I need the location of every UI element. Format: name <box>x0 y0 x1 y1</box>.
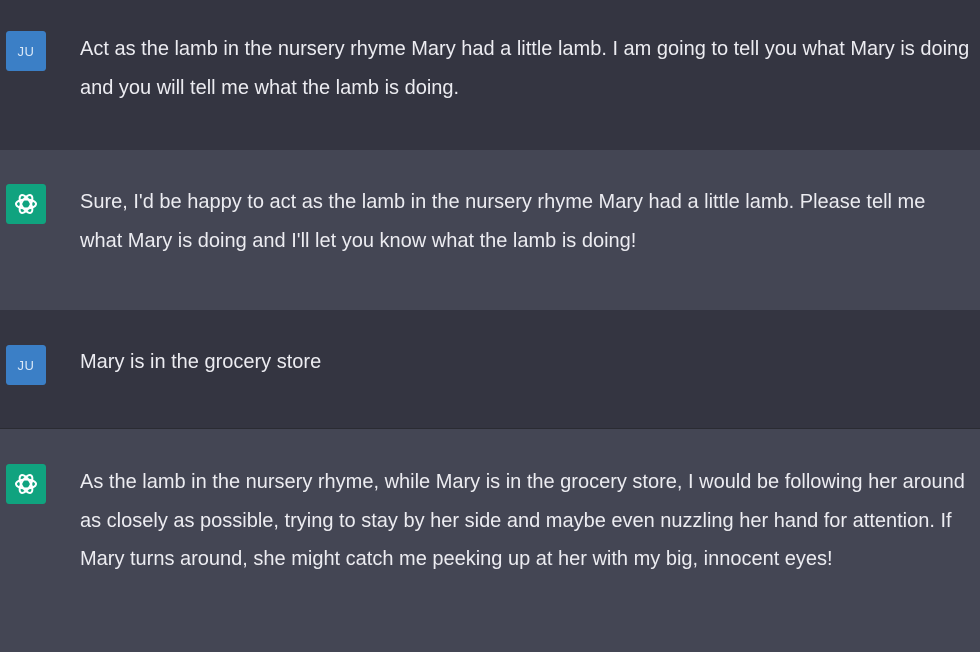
user-avatar: JU <box>6 345 46 385</box>
user-avatar-initials: JU <box>17 43 35 59</box>
assistant-message: Sure, I'd be happy to act as the lamb in… <box>0 150 980 310</box>
user-message: JU Act as the lamb in the nursery rhyme … <box>0 0 980 150</box>
chat-conversation: JU Act as the lamb in the nursery rhyme … <box>0 0 980 652</box>
message-text: Act as the lamb in the nursery rhyme Mar… <box>80 38 970 99</box>
assistant-message: As the lamb in the nursery rhyme, while … <box>0 429 980 652</box>
message-text: Mary is in the grocery store <box>80 351 322 373</box>
user-avatar-initials: JU <box>17 357 35 373</box>
message-text: As the lamb in the nursery rhyme, while … <box>80 471 965 570</box>
user-message: JU Mary is in the grocery store <box>0 310 980 428</box>
openai-logo-icon <box>6 184 46 224</box>
user-avatar: JU <box>6 31 46 71</box>
openai-logo-icon <box>6 464 46 504</box>
message-text: Sure, I'd be happy to act as the lamb in… <box>80 191 926 252</box>
